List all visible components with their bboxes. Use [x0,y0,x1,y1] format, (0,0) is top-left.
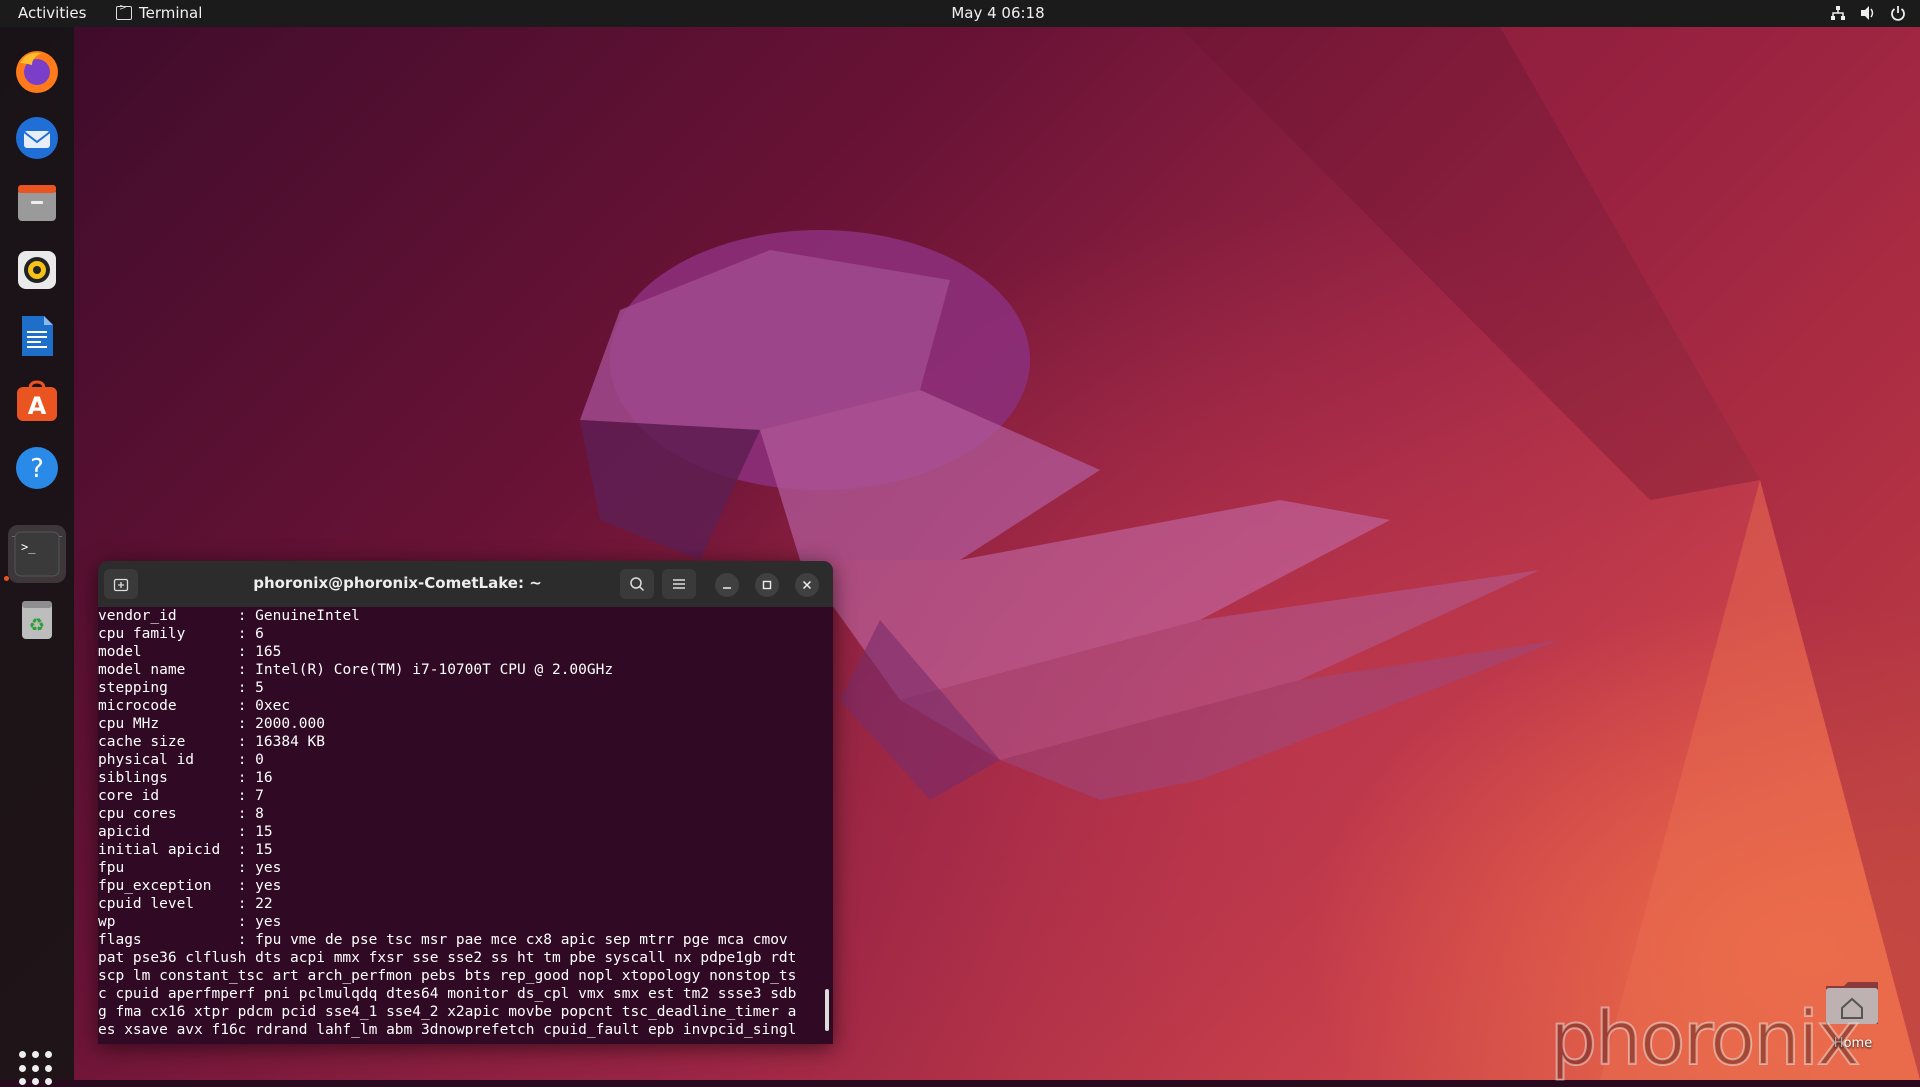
terminal-line: fpu : yes [98,860,282,876]
trash-icon[interactable]: ♻ [14,597,60,643]
terminal-line: cache size : 16384 KB [98,734,325,750]
terminal-header-bar[interactable]: phoronix@phoronix-CometLake: ~ [98,561,833,607]
terminal-line: flags : fpu vme de pse tsc msr pae mce c… [98,932,788,948]
libreoffice-writer-icon[interactable] [14,313,60,359]
terminal-scrollbar[interactable] [825,989,829,1031]
terminal-line: core id : 7 [98,788,264,804]
thunderbird-icon[interactable] [14,115,60,161]
maximize-icon [762,580,772,590]
dock: A ? >_ ♻ [0,27,74,1086]
close-icon [802,580,812,590]
svg-text:♻: ♻ [29,615,45,636]
system-tray[interactable] [1830,5,1906,21]
svg-text:>_: >_ [21,540,36,554]
terminal-line: model name : Intel(R) Core(TM) i7-10700T… [98,662,614,678]
svg-text:?: ? [30,454,44,484]
phoronix-watermark: phoronix [1549,995,1861,1083]
terminal-line: g fma cx16 xtpr pdcm pcid sse4_1 sse4_2 … [98,1004,797,1020]
rhythmbox-icon[interactable] [14,247,60,293]
close-button[interactable] [795,573,819,597]
terminal-window[interactable]: phoronix@phoronix-CometLake: ~ vendor_id… [98,561,833,1044]
search-button[interactable] [620,569,654,599]
terminal-line: cpu MHz : 2000.000 [98,716,325,732]
search-icon [630,577,645,592]
clock[interactable]: May 4 06:18 [0,4,1920,22]
terminal-output[interactable]: vendor_id : GenuineIntel cpu family : 6 mo… [98,607,833,1044]
terminal-line: apicid : 15 [98,824,273,840]
terminal-line: stepping : 5 [98,680,264,696]
network-icon [1830,5,1846,21]
terminal-line: es xsave avx f16c rdrand lahf_lm abm 3dn… [98,1022,797,1038]
ubuntu-software-icon[interactable]: A [14,379,60,425]
minimize-icon [723,587,731,589]
terminal-line: vendor_id : GenuineIntel [98,608,360,624]
volume-icon [1860,5,1876,21]
files-icon[interactable] [14,181,60,227]
menu-button[interactable] [662,569,696,599]
terminal-icon[interactable]: >_ [8,525,66,583]
terminal-line: fpu_exception : yes [98,878,282,894]
power-icon [1890,5,1906,21]
show-applications-icon[interactable] [19,1051,55,1087]
terminal-line: microcode : 0xec [98,698,291,714]
minimize-button[interactable] [715,573,739,597]
terminal-line: cpuid level : 22 [98,896,273,912]
terminal-line: cpu family : 6 [98,626,264,642]
terminal-line: cpu cores : 8 [98,806,264,822]
terminal-line: scp lm constant_tsc art arch_perfmon peb… [98,968,797,984]
maximize-button[interactable] [755,573,779,597]
help-icon[interactable]: ? [14,445,60,491]
svg-text:A: A [28,392,47,420]
hamburger-menu-icon [673,579,685,589]
firefox-icon[interactable] [14,49,60,95]
terminal-line: siblings : 16 [98,770,273,786]
top-bar: Activities Terminal May 4 06:18 [0,0,1920,27]
terminal-line: model : 165 [98,644,282,660]
terminal-line: wp : yes [98,914,282,930]
terminal-line: c cpuid aperfmperf pni pclmulqdq dtes64 … [98,986,797,1002]
terminal-line: physical id : 0 [98,752,264,768]
terminal-line: initial apicid : 15 [98,842,273,858]
terminal-line: pat pse36 clflush dts acpi mmx fxsr sse … [98,950,797,966]
